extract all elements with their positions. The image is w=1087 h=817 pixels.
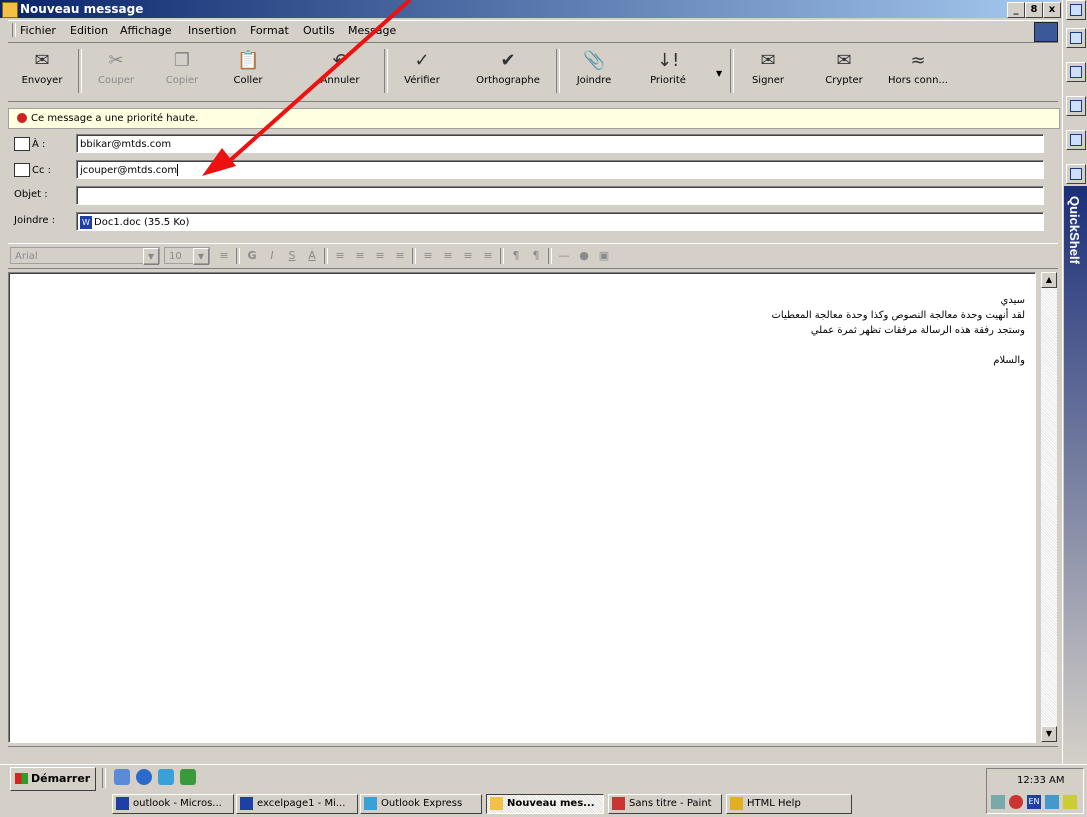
arrow-head bbox=[202, 148, 236, 176]
annotation-arrow bbox=[202, 0, 412, 176]
arrow-shaft bbox=[224, 0, 412, 166]
